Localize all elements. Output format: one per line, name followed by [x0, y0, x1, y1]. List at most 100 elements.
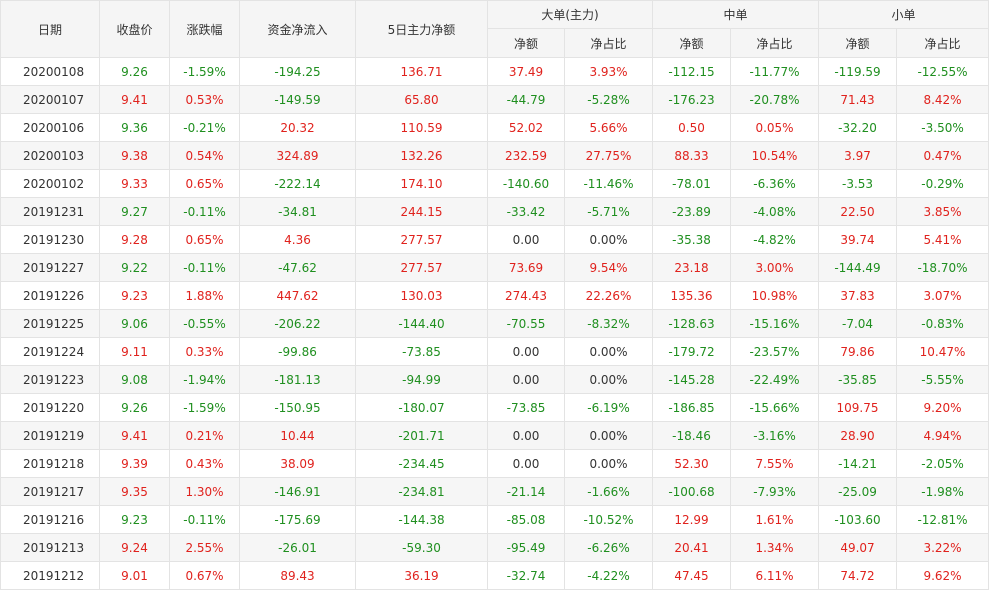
cell-medium-net-ratio: -7.93%: [729, 477, 820, 506]
cell-change: 0.54%: [169, 141, 240, 170]
table-row: 20191216 9.23 -0.11% -175.69 -144.38 -85.08 -1…: [0, 505, 989, 534]
cell-main-5d: -94.99: [355, 365, 488, 394]
table-row: 20191224 9.11 0.33% -99.86 -73.85 0.00 0.00% -1…: [0, 337, 989, 366]
cell-date: 20191223: [0, 365, 100, 394]
header-small-net-ratio: 净占比: [896, 28, 989, 58]
cell-main-5d: 174.10: [355, 169, 488, 198]
cell-large-net-amount: -44.79: [487, 85, 565, 114]
cell-close: 9.39: [99, 449, 170, 478]
cell-net-inflow: 447.62: [239, 281, 356, 310]
cell-medium-net-ratio: 1.61%: [729, 505, 820, 534]
cell-small-net-ratio: -5.55%: [896, 365, 989, 394]
cell-large-net-ratio: -4.22%: [564, 561, 653, 590]
cell-large-net-ratio: -6.26%: [564, 533, 653, 562]
cell-date: 20200102: [0, 169, 100, 198]
cell-small-net-ratio: -0.29%: [896, 169, 989, 198]
cell-medium-net-ratio: -22.49%: [729, 365, 820, 394]
table-row: 20191230 9.28 0.65% 4.36 277.57 0.00 0.00% -35.…: [0, 225, 989, 254]
cell-small-net-amount: 49.07: [818, 533, 898, 562]
cell-large-net-amount: 0.00: [487, 225, 565, 254]
cell-large-net-ratio: -5.71%: [564, 197, 653, 226]
cell-medium-net-amount: -176.23: [652, 85, 731, 114]
header-small-net-amount: 净额: [818, 28, 898, 58]
cell-small-net-ratio: 3.85%: [896, 197, 989, 226]
cell-medium-net-ratio: -4.08%: [729, 197, 820, 226]
cell-main-5d: -201.71: [355, 421, 488, 450]
cell-main-5d: 65.80: [355, 85, 488, 114]
cell-small-net-ratio: -2.05%: [896, 449, 989, 478]
cell-medium-net-amount: -100.68: [652, 477, 731, 506]
cell-medium-net-ratio: -15.16%: [729, 309, 820, 338]
cell-small-net-amount: -25.09: [818, 477, 898, 506]
table-row: 20191225 9.06 -0.55% -206.22 -144.40 -70.55 -8…: [0, 309, 989, 338]
cell-change: -1.59%: [169, 393, 240, 422]
cell-date: 20191226: [0, 281, 100, 310]
cell-net-inflow: 10.44: [239, 421, 356, 450]
cell-change: 1.30%: [169, 477, 240, 506]
cell-main-5d: 130.03: [355, 281, 488, 310]
cell-medium-net-amount: -179.72: [652, 337, 731, 366]
cell-close: 9.38: [99, 141, 170, 170]
cell-small-net-amount: -32.20: [818, 113, 898, 142]
header-medium-net-ratio: 净占比: [729, 28, 820, 58]
cell-large-net-amount: 232.59: [487, 141, 565, 170]
cell-change: 0.43%: [169, 449, 240, 478]
cell-medium-net-ratio: -15.66%: [729, 393, 820, 422]
table-row: 20191213 9.24 2.55% -26.01 -59.30 -95.49 -6.26…: [0, 533, 989, 562]
cell-medium-net-amount: 52.30: [652, 449, 731, 478]
cell-close: 9.01: [99, 561, 170, 590]
table-row: 20191227 9.22 -0.11% -47.62 277.57 73.69 9.54%…: [0, 253, 989, 282]
cell-medium-net-ratio: 10.54%: [729, 141, 820, 170]
table-row: 20200108 9.26 -1.59% -194.25 136.71 37.49 3.93…: [0, 57, 989, 86]
table-row: 20191219 9.41 0.21% 10.44 -201.71 0.00 0.00% -1…: [0, 421, 989, 450]
cell-close: 9.23: [99, 505, 170, 534]
cell-change: 1.88%: [169, 281, 240, 310]
cell-large-net-amount: 37.49: [487, 57, 565, 86]
cell-change: 0.67%: [169, 561, 240, 590]
cell-close: 9.08: [99, 365, 170, 394]
header-date: 日期: [0, 0, 100, 58]
cell-medium-net-ratio: 7.55%: [729, 449, 820, 478]
cell-small-net-ratio: 0.47%: [896, 141, 989, 170]
cell-main-5d: -144.38: [355, 505, 488, 534]
cell-small-net-amount: 22.50: [818, 197, 898, 226]
cell-close: 9.06: [99, 309, 170, 338]
cell-change: -1.59%: [169, 57, 240, 86]
cell-medium-net-ratio: -23.57%: [729, 337, 820, 366]
cell-change: -0.21%: [169, 113, 240, 142]
cell-large-net-ratio: 5.66%: [564, 113, 653, 142]
cell-medium-net-amount: 20.41: [652, 533, 731, 562]
cell-large-net-ratio: -11.46%: [564, 169, 653, 198]
cell-net-inflow: -149.59: [239, 85, 356, 114]
cell-date: 20191220: [0, 393, 100, 422]
cell-small-net-amount: 37.83: [818, 281, 898, 310]
cell-large-net-ratio: 22.26%: [564, 281, 653, 310]
cell-large-net-ratio: 0.00%: [564, 225, 653, 254]
cell-medium-net-ratio: 1.34%: [729, 533, 820, 562]
cell-large-net-amount: -85.08: [487, 505, 565, 534]
cell-medium-net-amount: -78.01: [652, 169, 731, 198]
cell-small-net-amount: 79.86: [818, 337, 898, 366]
table-row: 20191226 9.23 1.88% 447.62 130.03 274.43 22.26…: [0, 281, 989, 310]
table-row: 20191223 9.08 -1.94% -181.13 -94.99 0.00 0.00%…: [0, 365, 989, 394]
cell-change: -1.94%: [169, 365, 240, 394]
cell-medium-net-amount: 23.18: [652, 253, 731, 282]
header-medium-order: 中单: [651, 0, 820, 29]
cell-date: 20191230: [0, 225, 100, 254]
cell-small-net-amount: 28.90: [818, 421, 898, 450]
cell-change: 0.33%: [169, 337, 240, 366]
cell-change: -0.11%: [169, 505, 240, 534]
cell-large-net-ratio: -6.19%: [564, 393, 653, 422]
cell-close: 9.41: [99, 421, 170, 450]
cell-small-net-amount: -35.85: [818, 365, 898, 394]
cell-medium-net-ratio: -3.16%: [729, 421, 820, 450]
cell-change: 0.53%: [169, 85, 240, 114]
table-row: 20191220 9.26 -1.59% -150.95 -180.07 -73.85 -6…: [0, 393, 989, 422]
cell-main-5d: 277.57: [355, 253, 488, 282]
cell-small-net-ratio: -12.55%: [896, 57, 989, 86]
cell-net-inflow: -206.22: [239, 309, 356, 338]
cell-change: 0.65%: [169, 225, 240, 254]
table-header: 日期 收盘价 涨跌幅 资金净流入 5日主力净额 大单(主力) 中单 小单 净额 …: [0, 0, 989, 58]
header-large-net-amount: 净额: [487, 28, 565, 58]
cell-large-net-ratio: 27.75%: [564, 141, 653, 170]
